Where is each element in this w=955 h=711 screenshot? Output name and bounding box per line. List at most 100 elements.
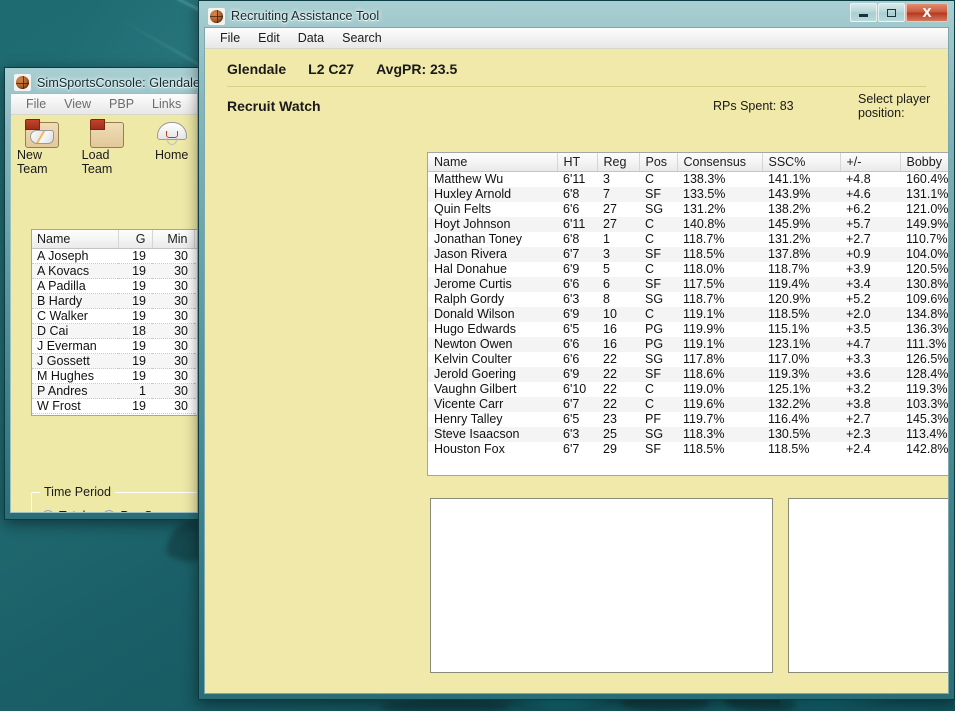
- cell-pos: PG: [645, 337, 664, 351]
- table-row[interactable]: D Cai18304.8: [32, 323, 197, 339]
- table-row[interactable]: A Kovacs19305.7: [32, 263, 197, 279]
- cell-ht: 6'8: [563, 187, 580, 201]
- table-row[interactable]: Houston Fox 6'7 29 SF 118.5% 118.5% +2.4 142.8%…: [428, 441, 948, 457]
- column-header-bobby[interactable]: Bobby: [900, 153, 948, 172]
- basketball-hoop-icon: [155, 118, 189, 148]
- maximize-button[interactable]: [878, 3, 905, 22]
- menu-view[interactable]: View: [55, 95, 100, 113]
- detail-panel-right[interactable]: [788, 498, 948, 673]
- table-row[interactable]: W Frost19303.4: [32, 398, 197, 414]
- menu-edit[interactable]: Edit: [249, 29, 289, 47]
- cell-name: Hal Donahue: [434, 262, 507, 276]
- cell-name: W Frost: [32, 398, 118, 414]
- rat-menubar[interactable]: File Edit Data Search: [205, 28, 948, 49]
- table-row[interactable]: Henry Talley 6'5 23 PF 119.7% 116.4% +2.7 145.3…: [428, 411, 948, 427]
- cell-bobby: 111.3%: [906, 337, 947, 351]
- close-button[interactable]: X: [906, 3, 948, 22]
- cell-ssc: 116.4%: [768, 412, 810, 426]
- table-row[interactable]: Donald Wilson 6'9 10 C 119.1% 118.5% +2.0 134.8…: [428, 306, 948, 322]
- detail-panel-left[interactable]: [430, 498, 773, 673]
- table-row[interactable]: Huxley Arnold 6'8 7 SF 133.5% 143.9% +4.6 131.1…: [428, 186, 948, 202]
- cell-: +3.5: [846, 322, 871, 336]
- cell-ht: 6'6: [563, 352, 580, 366]
- table-row[interactable]: Quin Felts6'627SG131.2%138.2%+6.2121.0%6…: [428, 201, 948, 217]
- table-row[interactable]: Hal Donahue6'95C118.0%118.7%+3.9120.5%21…: [428, 261, 948, 277]
- ssc-toolbar[interactable]: New Team Load Team Home: [11, 115, 197, 176]
- menu-search[interactable]: Search: [333, 29, 391, 47]
- cell-name: A Kovacs: [32, 263, 118, 279]
- radio-total[interactable]: Total: [42, 509, 85, 512]
- cell-ssc: 145.9%: [768, 217, 811, 231]
- table-row[interactable]: Hugo Edwards 6'5 16 PG 119.9% 115.1% +3.5 136.3…: [428, 321, 948, 337]
- column-header-pos[interactable]: Pos: [639, 153, 678, 172]
- recruit-watch-bar: Recruit Watch RPs Spent: 83 Select playe…: [205, 87, 948, 120]
- table-row[interactable]: Ralph Gordy6'38SG118.7%120.9%+5.2109.6%9…: [428, 291, 948, 307]
- table-row[interactable]: A Joseph19305.5: [32, 248, 197, 264]
- column-header-name[interactable]: Name: [428, 153, 558, 172]
- cell-pos: C: [645, 172, 655, 187]
- menu-file[interactable]: File: [211, 29, 249, 47]
- cell-g: 19: [118, 398, 152, 414]
- column-header-reg[interactable]: Reg: [597, 153, 640, 172]
- column-header-[interactable]: +/-: [840, 153, 901, 172]
- table-row[interactable]: J Gossett19304.2: [32, 353, 197, 369]
- table-row[interactable]: A Padilla19302.0: [32, 278, 197, 294]
- cell-name: M Hughes: [32, 368, 118, 384]
- home-button[interactable]: Home: [146, 118, 197, 162]
- table-row[interactable]: Jerold Goering 6'9 22 SF 118.6% 119.3% +3.6 128…: [428, 366, 948, 382]
- table-row[interactable]: P Andres1300.0: [32, 383, 197, 399]
- cell-reg: 22: [603, 367, 617, 381]
- radio-per-game[interactable]: Per Game: [103, 509, 177, 512]
- ssc-titlebar[interactable]: SimSportsConsole: Glendale L: [10, 72, 211, 93]
- column-header-ssc[interactable]: SSC%: [762, 153, 841, 172]
- table-header-row: Name G Min FG: [32, 230, 197, 249]
- minimize-button[interactable]: [850, 3, 877, 22]
- recruiting-assistance-tool-window[interactable]: Recruiting Assistance Tool X File Edit D…: [198, 0, 955, 700]
- table-row[interactable]: Jonathan Toney 6'8 1 C 118.7% 131.2% +2.7 110.7…: [428, 231, 948, 247]
- cell-min: 30: [152, 263, 194, 279]
- ssc-window-body: File View PBP Links New Team Load Team H…: [10, 93, 198, 513]
- cell-name: Vaughn Gilbert: [434, 382, 517, 396]
- cell-: +2.7: [846, 232, 871, 246]
- table-row[interactable]: Vicente Carr 6'7 22 C 119.6% 132.2% +3.8 103.3%…: [428, 396, 948, 412]
- table-row[interactable]: J Everman19306.5: [32, 338, 197, 354]
- cell-min: 30: [152, 398, 194, 414]
- cell-: +3.9: [846, 262, 871, 276]
- table-row[interactable]: Hoyt Johnson 6'11 27 C 140.8% 145.9% +5.7 149.9…: [428, 216, 948, 232]
- column-header-g[interactable]: G: [118, 230, 153, 249]
- table-row[interactable]: Matthew Wu6'113C138.3%141.1%+4.8160.4%74…: [428, 171, 948, 187]
- menu-file[interactable]: File: [17, 95, 55, 113]
- new-team-button[interactable]: New Team: [17, 118, 68, 176]
- cell-ht: 6'5: [563, 412, 580, 426]
- table-row[interactable]: B Hardy19303.3: [32, 293, 197, 309]
- column-header-min[interactable]: Min: [152, 230, 195, 249]
- column-header-name[interactable]: Name: [32, 230, 119, 249]
- ssc-menubar[interactable]: File View PBP Links: [11, 94, 197, 115]
- table-row[interactable]: M Hughes19303.4: [32, 368, 197, 384]
- simsportsconsole-window[interactable]: SimSportsConsole: Glendale L File View P…: [4, 67, 211, 520]
- column-header-ht[interactable]: HT: [557, 153, 598, 172]
- rat-titlebar[interactable]: Recruiting Assistance Tool X: [204, 3, 949, 27]
- window-controls[interactable]: X: [849, 3, 948, 22]
- menu-data[interactable]: Data: [289, 29, 333, 47]
- table-row[interactable]: Vaughn Gilbert 6'10 22 C 119.0% 125.1% +3.2 119…: [428, 381, 948, 397]
- table-row[interactable]: Steve Isaacson 6'3 25 SG 118.3% 130.5% +2.3 113…: [428, 426, 948, 442]
- cell-min: 30: [152, 383, 194, 399]
- column-header-consensus[interactable]: Consensus: [677, 153, 763, 172]
- table-row[interactable]: Newton Owen 6'6 16 PG 119.1% 123.1% +4.7 111.3%…: [428, 336, 948, 352]
- table-row[interactable]: C Walker19304.4: [32, 308, 197, 324]
- cell-reg: 29: [603, 442, 617, 456]
- basketball-icon: [14, 74, 31, 91]
- team-roster-grid[interactable]: Name G Min FG A Joseph19305.5A Kovacs193…: [31, 229, 197, 416]
- table-row[interactable]: Jerome Curtis 6'6 6 SF 117.5% 119.4% +3.4 130.8…: [428, 276, 948, 292]
- menu-links[interactable]: Links: [143, 95, 190, 113]
- cell-consensus: 119.0%: [683, 382, 725, 396]
- cell-g: 1: [118, 383, 152, 399]
- recruit-watch-grid[interactable]: NameHTRegPosConsensusSSC%+/-BobbyFit%RPT…: [427, 152, 948, 476]
- cell-ht: 6'5: [563, 322, 580, 336]
- table-row[interactable]: Kelvin Coulter 6'6 22 SG 117.8% 117.0% +3.3 126…: [428, 351, 948, 367]
- table-row[interactable]: Jason Rivera 6'7 3 SF 118.5% 137.8% +0.9 104.0%…: [428, 246, 948, 262]
- cell-consensus: 118.3%: [683, 427, 725, 441]
- menu-pbp[interactable]: PBP: [100, 95, 143, 113]
- load-team-button[interactable]: Load Team: [82, 118, 133, 176]
